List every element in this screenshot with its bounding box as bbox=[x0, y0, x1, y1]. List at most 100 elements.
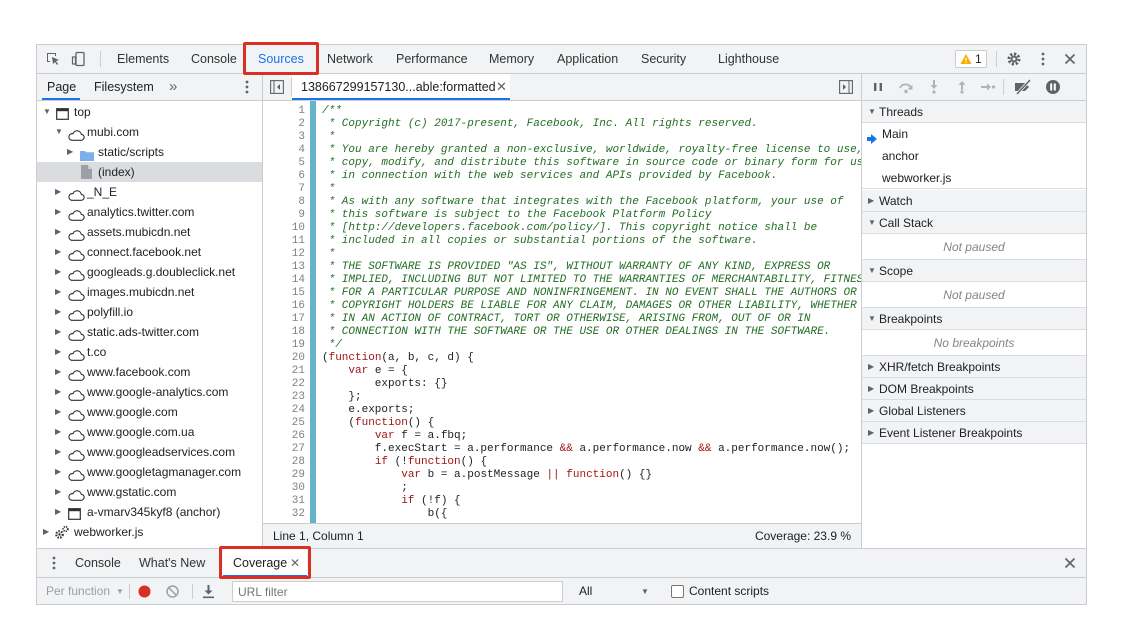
drawer-menu-icon[interactable] bbox=[46, 555, 62, 571]
line-number[interactable]: 31 bbox=[292, 495, 305, 508]
line-number[interactable]: 6 bbox=[298, 170, 305, 183]
toggle-navigator-icon[interactable] bbox=[270, 80, 284, 94]
tree-item-domain[interactable]: ▶ www.google.com.ua bbox=[37, 422, 262, 442]
tree-item-domain[interactable]: ▶ www.google-analytics.com bbox=[37, 382, 262, 402]
scope-section-header[interactable]: ▼ Scope bbox=[862, 260, 1086, 282]
tab-memory[interactable]: Memory bbox=[489, 45, 534, 73]
tree-item-top[interactable]: ▼ top bbox=[37, 102, 262, 122]
drawer-tab-whats-new[interactable]: What's New bbox=[139, 549, 205, 577]
thread-main[interactable]: Main bbox=[862, 123, 1086, 145]
line-number[interactable]: 28 bbox=[292, 456, 305, 469]
thread-anchor[interactable]: anchor bbox=[862, 145, 1086, 167]
inspect-element-icon[interactable] bbox=[45, 51, 61, 67]
line-number[interactable]: 14 bbox=[292, 274, 305, 287]
step-into-icon[interactable] bbox=[927, 80, 941, 94]
tab-security[interactable]: Security bbox=[641, 45, 686, 73]
dom-breakpoints-section-header[interactable]: ▶ DOM Breakpoints bbox=[862, 378, 1086, 400]
line-number[interactable]: 30 bbox=[292, 482, 305, 495]
close-drawer-icon[interactable] bbox=[1062, 555, 1078, 571]
line-number[interactable]: 7 bbox=[298, 183, 305, 196]
tab-network[interactable]: Network bbox=[327, 45, 373, 73]
step-out-icon[interactable] bbox=[955, 80, 969, 94]
line-number[interactable]: 16 bbox=[292, 300, 305, 313]
step-over-icon[interactable] bbox=[897, 80, 915, 94]
line-number[interactable]: 11 bbox=[292, 235, 305, 248]
tree-item-domain[interactable]: ▶ www.google.com bbox=[37, 402, 262, 422]
tab-console[interactable]: Console bbox=[191, 45, 237, 73]
tree-item-mubi[interactable]: ▼ mubi.com bbox=[37, 122, 262, 142]
line-number[interactable]: 4 bbox=[298, 144, 305, 157]
watch-section-header[interactable]: ▶ Watch bbox=[862, 190, 1086, 212]
line-number[interactable]: 25 bbox=[292, 417, 305, 430]
line-number[interactable]: 2 bbox=[298, 118, 305, 131]
line-number[interactable]: 29 bbox=[292, 469, 305, 482]
pause-icon[interactable] bbox=[871, 80, 885, 94]
breakpoints-section-header[interactable]: ▼ Breakpoints bbox=[862, 308, 1086, 330]
tree-item-index[interactable]: (index) bbox=[37, 162, 262, 182]
tree-item-domain[interactable]: ▶ assets.mubicdn.net bbox=[37, 222, 262, 242]
tree-item-domain[interactable]: ▶ polyfill.io bbox=[37, 302, 262, 322]
tree-item-domain[interactable]: ▶ googleads.g.doubleclick.net bbox=[37, 262, 262, 282]
tab-lighthouse[interactable]: Lighthouse bbox=[718, 45, 779, 73]
threads-section-header[interactable]: ▼ Threads bbox=[862, 101, 1086, 123]
line-number[interactable]: 9 bbox=[298, 209, 305, 222]
tree-item-domain[interactable]: ▶ www.googleadservices.com bbox=[37, 442, 262, 462]
tab-page[interactable]: Page bbox=[47, 74, 76, 100]
line-number[interactable]: 3 bbox=[298, 131, 305, 144]
thread-webworker[interactable]: webworker.js bbox=[862, 167, 1086, 189]
code-content[interactable]: /** * Copyright (c) 2017-present, Facebo… bbox=[322, 105, 861, 523]
line-number[interactable]: 1 bbox=[298, 105, 305, 118]
export-download-icon[interactable] bbox=[201, 584, 216, 599]
clear-icon[interactable] bbox=[165, 584, 180, 599]
more-options-icon[interactable] bbox=[1035, 51, 1051, 67]
pause-on-exceptions-icon[interactable] bbox=[1045, 79, 1061, 95]
line-number[interactable]: 8 bbox=[298, 196, 305, 209]
line-number[interactable]: 32 bbox=[292, 508, 305, 521]
editor-file-tab[interactable]: 138667299157130...able:formatted ✕ bbox=[292, 74, 510, 100]
tree-item-domain[interactable]: ▶ www.googletagmanager.com bbox=[37, 462, 262, 482]
step-icon[interactable] bbox=[980, 80, 996, 94]
tab-filesystem[interactable]: Filesystem bbox=[94, 74, 154, 100]
close-file-tab-icon[interactable]: ✕ bbox=[496, 74, 507, 100]
tree-item-static-scripts[interactable]: ▶ static/scripts bbox=[37, 142, 262, 162]
line-number[interactable]: 24 bbox=[292, 404, 305, 417]
line-number[interactable]: 23 bbox=[292, 391, 305, 404]
tree-item-domain[interactable]: ▶ t.co bbox=[37, 342, 262, 362]
settings-gear-icon[interactable] bbox=[1006, 51, 1022, 67]
drawer-tab-console[interactable]: Console bbox=[75, 549, 121, 577]
close-devtools-icon[interactable] bbox=[1062, 51, 1078, 67]
line-number[interactable]: 20 bbox=[292, 352, 305, 365]
navigator-menu-icon[interactable] bbox=[239, 79, 255, 95]
line-number[interactable]: 10 bbox=[292, 222, 305, 235]
tab-performance[interactable]: Performance bbox=[396, 45, 468, 73]
xhr-breakpoints-section-header[interactable]: ▶ XHR/fetch Breakpoints bbox=[862, 356, 1086, 378]
tree-item-webworker[interactable]: ▶ webworker.js bbox=[37, 522, 262, 542]
warnings-badge[interactable]: 1 bbox=[955, 50, 987, 68]
line-number[interactable]: 19 bbox=[292, 339, 305, 352]
tree-item-domain[interactable]: ▶ www.facebook.com bbox=[37, 362, 262, 382]
line-number[interactable]: 12 bbox=[292, 248, 305, 261]
line-number[interactable]: 13 bbox=[292, 261, 305, 274]
deactivate-breakpoints-icon[interactable] bbox=[1013, 79, 1033, 95]
type-filter-select[interactable]: All bbox=[579, 578, 592, 604]
line-number[interactable]: 5 bbox=[298, 157, 305, 170]
event-listener-breakpoints-section-header[interactable]: ▶ Event Listener Breakpoints bbox=[862, 422, 1086, 444]
url-filter-input[interactable] bbox=[232, 581, 563, 602]
line-number[interactable]: 27 bbox=[292, 443, 305, 456]
line-number[interactable]: 21 bbox=[292, 365, 305, 378]
tree-item-domain[interactable]: ▶ analytics.twitter.com bbox=[37, 202, 262, 222]
line-number[interactable]: 15 bbox=[292, 287, 305, 300]
toggle-debugger-icon[interactable] bbox=[839, 80, 853, 94]
content-scripts-checkbox[interactable] bbox=[671, 585, 684, 598]
tree-item-domain[interactable]: ▶ www.gstatic.com bbox=[37, 482, 262, 502]
code-editor[interactable]: 1 2 3 4 5 6 7 8 9 10 11 12 13 14 15 16 17 18 19 20 21 22 23 24 2… bbox=[263, 101, 861, 523]
line-number[interactable]: 26 bbox=[292, 430, 305, 443]
line-number[interactable]: 17 bbox=[292, 313, 305, 326]
url-filter-field[interactable] bbox=[233, 582, 562, 601]
tab-elements[interactable]: Elements bbox=[117, 45, 169, 73]
global-listeners-section-header[interactable]: ▶ Global Listeners bbox=[862, 400, 1086, 422]
coverage-type-select[interactable]: Per function bbox=[46, 578, 110, 604]
line-number[interactable]: 18 bbox=[292, 326, 305, 339]
tree-item-domain[interactable]: ▶ images.mubicdn.net bbox=[37, 282, 262, 302]
tab-application[interactable]: Application bbox=[557, 45, 618, 73]
